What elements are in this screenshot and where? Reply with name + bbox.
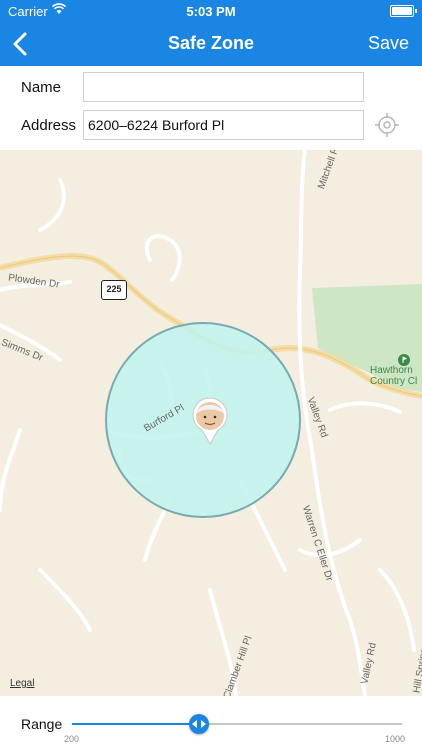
save-button[interactable]: Save [368, 33, 409, 54]
range-min-label: 200 [64, 734, 80, 744]
range-bar: Range 200 1000 [0, 696, 422, 750]
locate-button[interactable] [375, 113, 399, 137]
park-label-line2: Country Cl [370, 376, 418, 387]
address-field[interactable] [83, 110, 364, 140]
range-slider-fill [72, 723, 200, 725]
navigation-bar: Carrier 5:03 PM Safe Zone Save [0, 0, 422, 66]
range-slider[interactable] [72, 714, 402, 734]
route-shield: 225 [101, 280, 127, 300]
park-label: Hawthorn Country Cl [370, 354, 417, 387]
range-label: Range [21, 716, 63, 732]
range-slider-thumb[interactable] [189, 714, 210, 734]
status-time: 5:03 PM [186, 4, 236, 19]
avatar [192, 397, 228, 446]
park-label-line1: Hawthorn [370, 365, 413, 376]
page-title: Safe Zone [167, 33, 255, 53]
status-bar: Carrier 5:03 PM [0, 0, 422, 22]
address-label: Address [21, 117, 77, 134]
legal-link[interactable]: Legal [10, 678, 34, 689]
name-field[interactable] [83, 72, 364, 102]
name-row: Name [0, 68, 422, 108]
crosshair-icon [375, 113, 399, 137]
avatar-pin[interactable] [190, 396, 230, 446]
battery-icon [390, 5, 417, 17]
golf-icon [398, 354, 410, 366]
map-view[interactable]: Plowden Dr Simms Dr Burford Pl Mitchell … [0, 150, 422, 696]
name-label: Name [21, 79, 62, 96]
address-row: Address [0, 106, 422, 146]
range-max-label: 1000 [385, 734, 406, 744]
